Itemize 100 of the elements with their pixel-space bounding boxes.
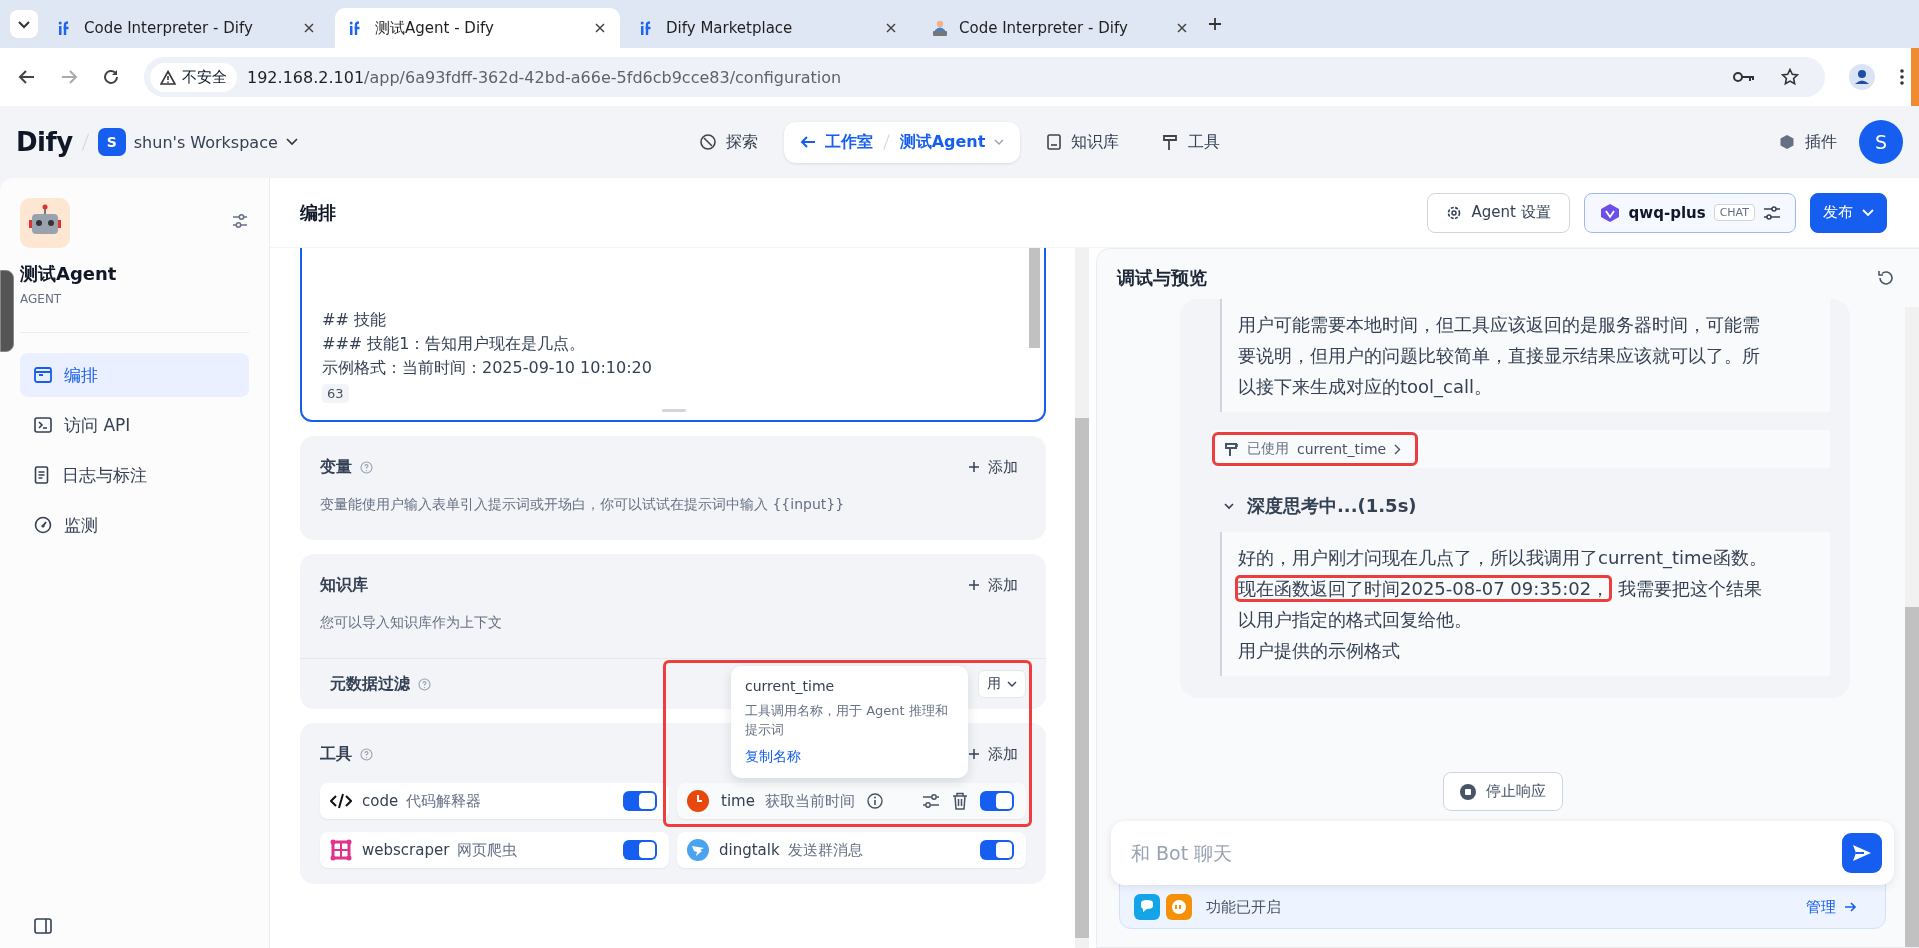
agent-settings-button[interactable]: Agent 设置 [1427,192,1570,233]
url-text: 192.168.2.101/app/6a93fdff-362d-42bd-a66e-5fd6cb9cce83/configuration [247,67,843,87]
user-avatar[interactable]: S [1859,120,1903,164]
browser-tab[interactable]: Dify Marketplace [626,8,911,48]
chevron-down-icon [1007,681,1017,687]
features-status: 功能已开启 [1206,897,1281,917]
info-icon[interactable] [866,793,883,809]
tooltip-description: 工具调用名称，用于 Agent 推理和提示词 [745,702,949,739]
wing-icon [687,839,709,861]
tool-used-chip[interactable]: 已使用 current_time [1212,432,1419,466]
star-icon[interactable] [1781,68,1799,86]
key-icon[interactable] [1733,70,1755,84]
chevron-down-icon [1862,208,1874,217]
back-icon[interactable] [18,68,36,86]
add-button[interactable]: 添加 [960,453,1026,481]
thinking-text: 好的，用户刚才问现在几点了，所以我调用了current_time函数。 现在函数返回了时间2025-08-07 09:35:02， 我需要把这个结果以用户指定的格式回复给他。 [1238,542,1774,635]
nav-item[interactable]: 工作室 测试Agent [783,121,1021,163]
clock-icon [687,790,709,812]
copy-name-link[interactable]: 复制名称 [745,747,954,766]
toggle-switch[interactable] [623,791,657,811]
tab-list-icon[interactable] [10,10,38,38]
toggle-switch[interactable] [980,791,1014,811]
tool-item[interactable]: dingtalk 发送群消息 [677,832,1026,868]
tooltip-title: current_time [745,678,836,694]
sidebar-item[interactable]: 访问 API [20,403,249,447]
filter-label: 元数据过滤 [330,673,410,695]
chevron-down-icon [285,138,298,146]
scrollbar[interactable] [1905,307,1919,947]
app-name: 测试Agent [20,262,118,286]
sidebar-item[interactable]: 日志与标注 [20,453,249,497]
thinking-toggle[interactable]: 深度思考中...(1.5s) [1223,494,1830,518]
settings-icon[interactable] [922,793,940,809]
character-count: 63 [322,384,349,403]
workspace-switcher[interactable]: S shun's Workspace [97,128,298,156]
add-button[interactable]: 添加 [960,571,1026,599]
nav-item[interactable]: 工具 [1145,121,1237,163]
chevron-down-icon [1223,500,1235,512]
stop-button[interactable]: 停止响应 [1442,772,1563,811]
adjust-icon[interactable] [231,212,249,230]
trash-icon[interactable] [952,792,968,810]
more-icon[interactable] [1899,68,1905,86]
nav-item[interactable]: 知识库 [1030,121,1136,163]
workspace-avatar: S [97,128,126,156]
profile-icon[interactable] [1849,64,1875,90]
close-icon[interactable] [303,22,315,34]
model-selector[interactable]: qwq-plus CHAT [1583,192,1796,233]
chevron-down-icon [994,139,1005,145]
tool-description: 发送群消息 [787,840,863,860]
logo[interactable]: Dify [16,127,73,157]
side-handle[interactable] [0,270,14,352]
tool-item[interactable]: webscraper 网页爬虫 [320,832,669,868]
tool-name: time [721,792,755,810]
scrollbar[interactable] [1029,248,1040,348]
thought-text: 用户可能需要本地时间，但工具应该返回的是服务器时间，可能需要说明，但用户的问题比较简单，直接显示结果应该就可以了。所以接下来生成对应的tool_call。 [1238,313,1761,400]
new-tab-icon[interactable] [1208,17,1222,31]
cube-icon [1779,134,1795,150]
filter-dropdown[interactable]: 用 [978,670,1026,698]
book-icon [1046,133,1063,151]
prompt-text-line: ## 技能 [322,310,387,331]
panel-toggle-icon[interactable] [34,918,52,934]
send-button[interactable] [1842,833,1882,873]
nav-item[interactable]: 探索 [682,121,774,163]
tool-item[interactable]: code 代码解释器 [320,783,669,819]
refresh-icon[interactable] [1877,269,1895,287]
help-icon [418,677,431,691]
chat-input[interactable]: 和 Bot 聊天 [1111,821,1894,885]
help-icon [360,747,373,761]
browser-tab[interactable]: 测试Agent - Dify [335,8,620,48]
tool-description: 代码解释器 [406,791,482,811]
browser-tab[interactable]: Code Interpreter - Dify [917,8,1202,48]
sidebar-item[interactable]: 监测 [20,503,249,547]
close-icon[interactable] [594,22,606,34]
prompt-editor[interactable]: ## 技能 ### 技能1：告知用户现在是几点。 示例格式：当前时间：2025-09-10 10:10:20 63 [300,248,1046,422]
message-input[interactable]: 和 Bot 聊天 [1129,841,1842,865]
resize-handle[interactable] [662,409,686,412]
code-icon [330,792,352,810]
tool-item[interactable]: time 获取当前时间 [677,783,1026,819]
reload-icon[interactable] [102,68,120,86]
model-logo-icon [1598,202,1621,223]
section-description: 变量能使用户输入表单引入提示词或开场白，你可以试试在提示词中输入 {{input}} [320,495,846,514]
plus-icon [968,748,980,760]
toggle-switch[interactable] [623,840,657,860]
close-icon[interactable] [885,22,897,34]
section-title: 变量 [320,456,352,478]
sidebar-item[interactable]: 编排 [20,353,249,397]
security-warning[interactable]: 不安全 [150,62,237,92]
tool-description: 网页爬虫 [457,840,518,860]
plugins-button[interactable]: 插件 [1779,131,1837,153]
send-icon [1852,844,1872,862]
document-icon [34,466,50,484]
address-field[interactable]: 不安全 192.168.2.101/app/6a93fdff-362d-42bd-a66e-5fd6cb9cce83/configuration [144,57,1825,97]
manage-link[interactable]: 管理 [1806,897,1857,917]
scrollbar[interactable] [1075,248,1089,948]
plus-icon [968,461,980,473]
add-button[interactable]: 添加 [960,740,1026,768]
terminal-icon [34,417,52,433]
close-icon[interactable] [1176,22,1188,34]
publish-button[interactable]: 发布 [1810,192,1887,233]
browser-tab[interactable]: Code Interpreter - Dify [44,8,329,48]
toggle-switch[interactable] [980,840,1014,860]
